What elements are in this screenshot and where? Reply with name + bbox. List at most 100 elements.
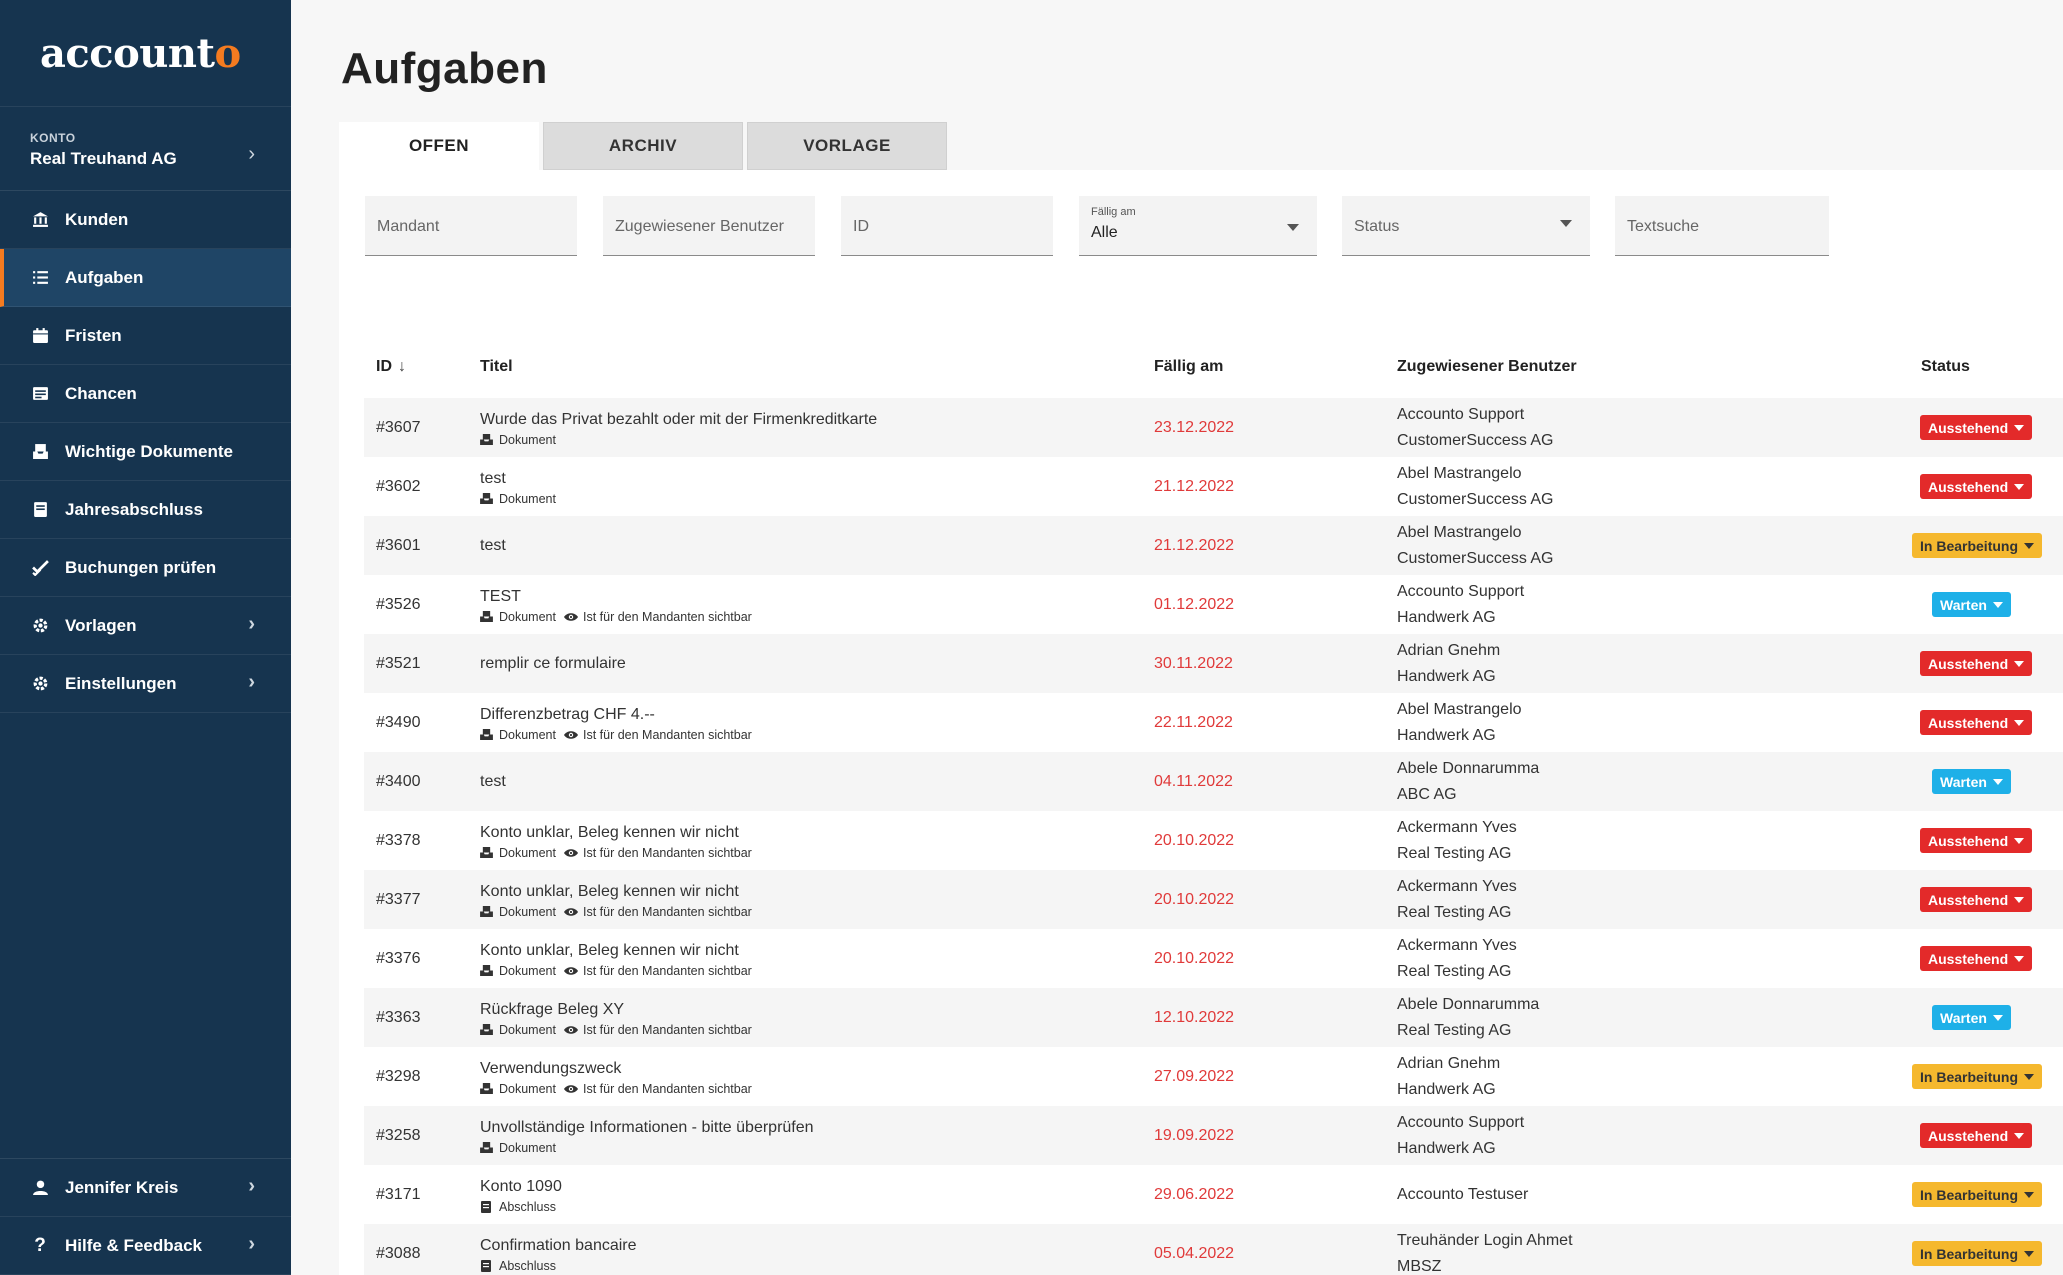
- task-title[interactable]: test: [480, 535, 1154, 557]
- sidebar-item-wichtige-dokumente[interactable]: Wichtige Dokumente: [0, 423, 291, 481]
- status-badge[interactable]: Ausstehend: [1920, 828, 2033, 853]
- table-row[interactable]: #3171 Konto 1090 Abschluss 29.06.2022 Accoun…: [364, 1165, 2063, 1224]
- status-badge[interactable]: Ausstehend: [1920, 1123, 2033, 1148]
- sidebar-item-chancen[interactable]: Chancen: [0, 365, 291, 423]
- task-id[interactable]: #3298: [364, 1068, 480, 1086]
- task-id[interactable]: #3378: [364, 832, 480, 850]
- task-id[interactable]: #3526: [364, 596, 480, 614]
- textsuche-input[interactable]: Textsuche: [1615, 196, 1829, 256]
- table-row[interactable]: #3602 test Dokument 21.12.2022 Abel Mastrang…: [364, 457, 2063, 516]
- task-title[interactable]: Verwendungszweck: [480, 1058, 1154, 1080]
- textsuche-placeholder: Textsuche: [1627, 218, 1700, 235]
- task-id[interactable]: #3363: [364, 1009, 480, 1027]
- sidebar-item-jahresabschluss[interactable]: Jahresabschluss: [0, 481, 291, 539]
- table-row[interactable]: #3526 TEST Dokument Ist für den Mandanten s…: [364, 575, 2063, 634]
- task-title[interactable]: Konto unklar, Beleg kennen wir nicht: [480, 822, 1154, 844]
- task-id[interactable]: #3377: [364, 891, 480, 909]
- header-user[interactable]: Zugewiesener Benutzer: [1397, 354, 1773, 380]
- task-title[interactable]: Konto 1090: [480, 1176, 1154, 1198]
- status-badge[interactable]: Ausstehend: [1920, 946, 2033, 971]
- status-select[interactable]: Status: [1342, 196, 1590, 256]
- due-date: 29.06.2022: [1154, 1185, 1235, 1203]
- status-badge[interactable]: Ausstehend: [1920, 710, 2033, 735]
- id-filter[interactable]: ID: [841, 196, 1053, 256]
- task-id[interactable]: #3400: [364, 773, 480, 791]
- status-badge[interactable]: Ausstehend: [1920, 474, 2033, 499]
- sidebar-item-fristen[interactable]: Fristen: [0, 307, 291, 365]
- status-badge[interactable]: In Bearbeitung: [1912, 1064, 2043, 1089]
- header-title[interactable]: Titel: [480, 358, 1154, 376]
- faellig-select[interactable]: Fällig am Alle: [1079, 196, 1317, 256]
- task-title[interactable]: Konto unklar, Beleg kennen wir nicht: [480, 881, 1154, 903]
- assignee-name: Adrian Gnehm: [1397, 1054, 1501, 1072]
- table-row[interactable]: #3363 Rückfrage Beleg XY Dokument Ist für d…: [364, 988, 2063, 1047]
- sidebar-item-aufgaben[interactable]: Aufgaben: [0, 249, 291, 307]
- header-status[interactable]: Status: [1773, 358, 2063, 376]
- table-row[interactable]: #3607 Wurde das Privat bezahlt oder mit d…: [364, 398, 2063, 457]
- benutzer-filter[interactable]: Zugewiesener Benutzer: [603, 196, 815, 256]
- table-header: ID ↓ Titel Fällig am Zugewiesener Benutze…: [364, 336, 2063, 398]
- sidebar-item-vorlagen[interactable]: Vorlagen ›: [0, 597, 291, 655]
- mandant-filter[interactable]: Mandant: [365, 196, 577, 256]
- status-badge[interactable]: Ausstehend: [1920, 415, 2033, 440]
- task-title[interactable]: TEST: [480, 586, 1154, 608]
- table-row[interactable]: #3258 Unvollständige Informationen - bitt…: [364, 1106, 2063, 1165]
- status-badge[interactable]: Warten: [1932, 1005, 2011, 1030]
- task-title[interactable]: Unvollständige Informationen - bitte übe…: [480, 1117, 1154, 1139]
- logo[interactable]: account o: [0, 0, 291, 107]
- task-type: Abschluss: [499, 1258, 556, 1273]
- header-date[interactable]: Fällig am: [1154, 358, 1397, 376]
- table-row[interactable]: #3298 Verwendungszweck Dokument Ist für den…: [364, 1047, 2063, 1106]
- task-title[interactable]: Konto unklar, Beleg kennen wir nicht: [480, 940, 1154, 962]
- table-row[interactable]: #3400 test 04.11.2022 Abele Donnarumma ABC A…: [364, 752, 2063, 811]
- status-badge[interactable]: In Bearbeitung: [1912, 1241, 2043, 1266]
- account-switcher[interactable]: KONTO Real Treuhand AG ›: [0, 107, 291, 191]
- eye-icon: [563, 965, 578, 977]
- task-id[interactable]: #3088: [364, 1245, 480, 1263]
- table-row[interactable]: #3521 remplir ce formulaire 30.11.2022 Adri…: [364, 634, 2063, 693]
- sidebar-item-einstellungen[interactable]: Einstellungen ›: [0, 655, 291, 713]
- sidebar-item-kunden[interactable]: Kunden: [0, 191, 291, 249]
- task-title[interactable]: Rückfrage Beleg XY: [480, 999, 1154, 1021]
- tab-offen[interactable]: OFFEN: [339, 122, 539, 170]
- status-label: Ausstehend: [1928, 714, 2009, 731]
- status-badge[interactable]: Warten: [1932, 769, 2011, 794]
- due-date: 20.10.2022: [1154, 831, 1235, 849]
- task-id[interactable]: #3607: [364, 419, 480, 437]
- header-id[interactable]: ID ↓: [364, 358, 480, 376]
- task-id[interactable]: #3602: [364, 478, 480, 496]
- table-row[interactable]: #3088 Confirmation bancaire Abschluss 05.04…: [364, 1224, 2063, 1275]
- table-row[interactable]: #3376 Konto unklar, Beleg kennen wir nich…: [364, 929, 2063, 988]
- tab-vorlage[interactable]: VORLAGE: [747, 122, 947, 170]
- table-row[interactable]: #3601 test 21.12.2022 Abel Mastrangelo Custo…: [364, 516, 2063, 575]
- task-title[interactable]: test: [480, 771, 1154, 793]
- task-id[interactable]: #3258: [364, 1127, 480, 1145]
- table-row[interactable]: #3378 Konto unklar, Beleg kennen wir nich…: [364, 811, 2063, 870]
- help-menu[interactable]: ? Hilfe & Feedback ›: [0, 1217, 291, 1275]
- status-badge[interactable]: Ausstehend: [1920, 651, 2033, 676]
- user-menu[interactable]: Jennifer Kreis ›: [0, 1159, 291, 1217]
- status-badge[interactable]: In Bearbeitung: [1912, 1182, 2043, 1207]
- task-title[interactable]: test: [480, 468, 1154, 490]
- task-id[interactable]: #3490: [364, 714, 480, 732]
- sidebar-item-buchungen-pruefen[interactable]: Buchungen prüfen: [0, 539, 291, 597]
- task-title[interactable]: Wurde das Privat bezahlt oder mit der Fi…: [480, 409, 1154, 431]
- task-title-cell: Confirmation bancaire Abschluss: [480, 1235, 1154, 1273]
- task-title[interactable]: Differenzbetrag CHF 4.--: [480, 704, 1154, 726]
- table-row[interactable]: #3377 Konto unklar, Beleg kennen wir nich…: [364, 870, 2063, 929]
- task-id[interactable]: #3171: [364, 1186, 480, 1204]
- task-id[interactable]: #3601: [364, 537, 480, 555]
- assignee-company: CustomerSuccess AG: [1397, 490, 1554, 508]
- task-id[interactable]: #3521: [364, 655, 480, 673]
- assignee-name: Accounto Support: [1397, 405, 1525, 423]
- status-badge[interactable]: In Bearbeitung: [1912, 533, 2043, 558]
- table-row[interactable]: #3490 Differenzbetrag CHF 4.-- Dokument Ist…: [364, 693, 2063, 752]
- tab-archiv[interactable]: ARCHIV: [543, 122, 743, 170]
- task-title[interactable]: Confirmation bancaire: [480, 1235, 1154, 1257]
- task-title[interactable]: remplir ce formulaire: [480, 653, 1154, 675]
- gear-icon: [30, 674, 50, 694]
- status-badge[interactable]: Ausstehend: [1920, 887, 2033, 912]
- status-badge[interactable]: Warten: [1932, 592, 2011, 617]
- task-id[interactable]: #3376: [364, 950, 480, 968]
- task-meta: Dokument Ist für den Mandanten sichtbar: [480, 1023, 1154, 1037]
